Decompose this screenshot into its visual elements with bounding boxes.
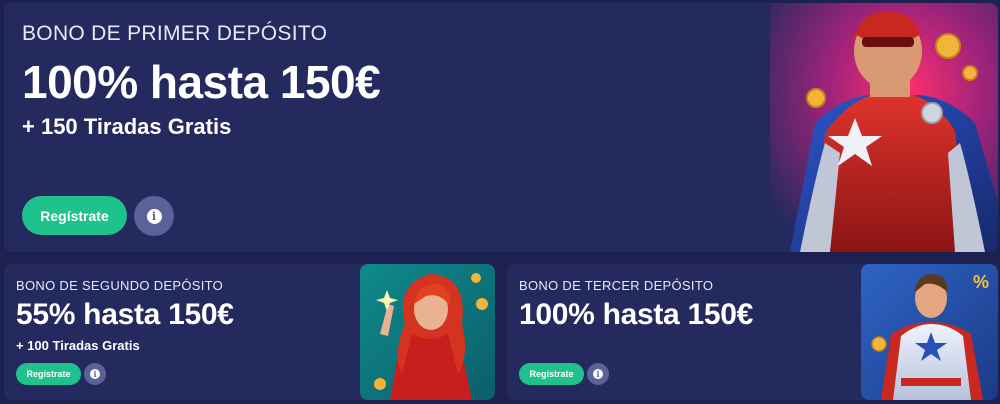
bonus-headline: 55% hasta 150€ bbox=[16, 298, 234, 331]
first-deposit-bonus-card: BONO DE PRIMER DEPÓSITO 100% hasta 150€ … bbox=[4, 3, 998, 252]
heroine-illustration bbox=[360, 264, 495, 400]
bonus-eyebrow: BONO DE TERCER DEPÓSITO bbox=[519, 278, 714, 293]
bonus-subline: + 150 Tiradas Gratis bbox=[22, 114, 232, 139]
info-icon: i bbox=[90, 369, 100, 379]
info-button[interactable]: i bbox=[84, 363, 106, 385]
bonus-eyebrow: BONO DE PRIMER DEPÓSITO bbox=[22, 22, 328, 45]
second-deposit-bonus-card: BONO DE SEGUNDO DEPÓSITO 55% hasta 150€ … bbox=[4, 264, 495, 400]
register-button[interactable]: Regístrate bbox=[16, 363, 81, 385]
info-button[interactable]: i bbox=[587, 363, 609, 385]
percent-badge: % bbox=[973, 272, 989, 292]
bonus-headline: 100% hasta 150€ bbox=[519, 298, 754, 331]
bonus-subline: + 100 Tiradas Gratis bbox=[16, 338, 140, 353]
third-deposit-bonus-card: BONO DE TERCER DEPÓSITO 100% hasta 150€ … bbox=[507, 264, 998, 400]
bonus-eyebrow: BONO DE SEGUNDO DEPÓSITO bbox=[16, 278, 224, 293]
info-button[interactable]: i bbox=[134, 196, 174, 236]
info-icon: i bbox=[593, 369, 603, 379]
superhero-illustration bbox=[770, 3, 998, 252]
superhero-illustration: % bbox=[861, 264, 998, 400]
register-button[interactable]: Regístrate bbox=[519, 363, 584, 385]
info-icon: i bbox=[146, 208, 162, 224]
bonus-headline: 100% hasta 150€ bbox=[22, 56, 381, 108]
register-button[interactable]: Regístrate bbox=[22, 196, 127, 235]
